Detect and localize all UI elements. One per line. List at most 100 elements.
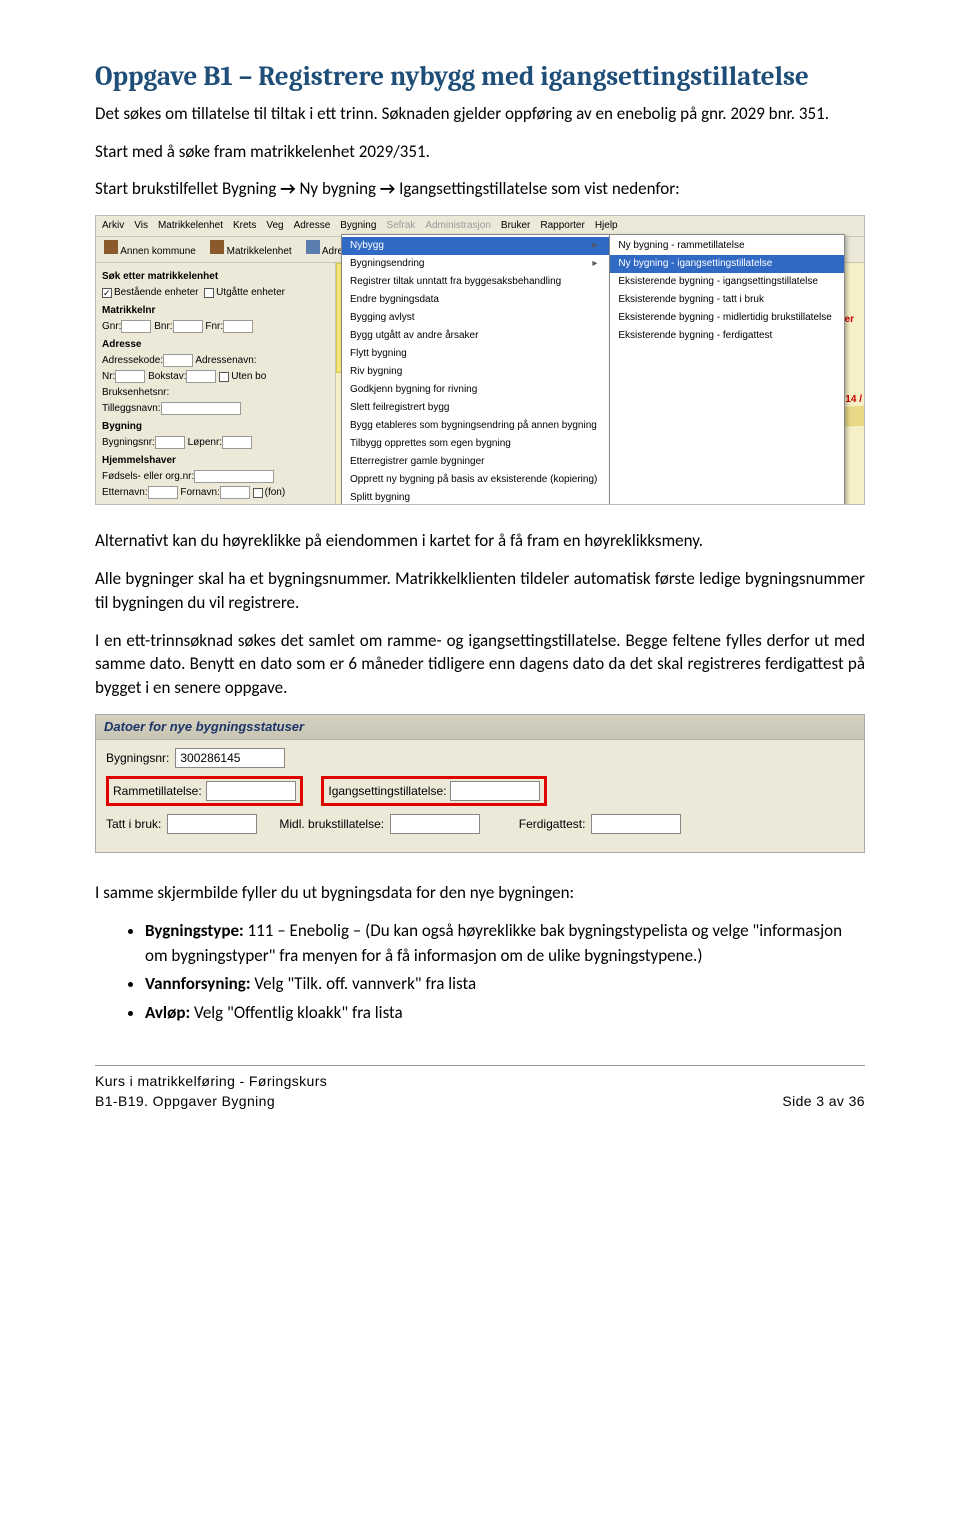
subhead: Hjemmelshaver — [102, 453, 329, 469]
label-igangsetting: Igangsettingstillatelse: — [328, 783, 446, 800]
menuitem-bygging-avlyst[interactable]: Bygging avlyst — [342, 309, 609, 327]
fodselsnr-input[interactable] — [194, 470, 274, 483]
submenu-level2: Ny bygning - rammetillatelse Ny bygning … — [609, 234, 844, 505]
menu-krets[interactable]: Krets — [233, 219, 256, 233]
menuitem-bygg-utgatt[interactable]: Bygg utgått av andre årsaker — [342, 327, 609, 345]
label: Fnr: — [205, 321, 223, 332]
label: Gnr: — [102, 321, 121, 332]
menu-hjelp[interactable]: Hjelp — [595, 219, 618, 233]
app-screenshot: Arkiv Vis Matrikkelenhet Krets Veg Adres… — [95, 215, 865, 505]
menuitem-eks-igangsetting[interactable]: Eksisterende bygning - igangsettingstill… — [610, 273, 843, 291]
menu-adresse[interactable]: Adresse — [294, 219, 331, 233]
menuitem-riv-bygning[interactable]: Riv bygning — [342, 363, 609, 381]
paragraph-usecase: Start brukstilfellet Bygning → Ny bygnin… — [95, 177, 865, 201]
label: Bygningsnr: — [102, 437, 155, 448]
bullet-text: Velg "Tilk. off. vannverk" fra lista — [251, 973, 477, 994]
menuitem-splitt-bygning[interactable]: Splitt bygning — [342, 489, 609, 505]
bnr-input[interactable] — [173, 320, 203, 333]
label-midlertidig: Midl. brukstillatelse: — [279, 816, 384, 833]
paragraph-intro: Det søkes om tillatelse til tiltak i ett… — [95, 102, 865, 126]
label: Tilleggsnavn: — [102, 403, 161, 414]
menu-arkiv[interactable]: Arkiv — [102, 219, 124, 233]
label: Fornavn: — [180, 487, 219, 498]
label: Bnr: — [154, 321, 172, 332]
bullet-vannforsyning: Vannforsyning: Velg "Tilk. off. vannverk… — [145, 972, 865, 997]
checkbox-utenbo[interactable] — [219, 372, 229, 382]
bokstav-input[interactable] — [186, 370, 216, 383]
highlight-ramme: Rammetillatelse: — [106, 776, 303, 806]
menuitem-eks-ferdigattest[interactable]: Eksisterende bygning - ferdigattest — [610, 327, 843, 345]
label: Uten bo — [231, 371, 266, 382]
label: Fødsels- eller org.nr: — [102, 471, 194, 482]
bullet-label: Bygningstype: — [145, 920, 244, 941]
tattibruk-field[interactable] — [167, 814, 257, 834]
bullet-label: Vannforsyning: — [145, 973, 251, 994]
nr-input[interactable] — [115, 370, 145, 383]
menuitem-endre-bygningsdata[interactable]: Endre bygningsdata — [342, 291, 609, 309]
label: Løpenr: — [188, 437, 222, 448]
footer-course: Kurs i matrikkelføring - Føringskurs — [95, 1072, 327, 1092]
lopenr-input[interactable] — [222, 436, 252, 449]
checkbox-utgatte[interactable] — [204, 288, 214, 298]
menu-sefrak[interactable]: Sefrak — [386, 219, 415, 233]
ferdigattest-field[interactable] — [591, 814, 681, 834]
paragraph-alternativt: Alternativt kan du høyreklikke på eiendo… — [95, 529, 865, 553]
rammetillatelse-field[interactable] — [206, 781, 296, 801]
bullet-bygningstype: Bygningstype: 111 – Enebolig – (Du kan o… — [145, 919, 865, 968]
checkbox-fon[interactable] — [253, 488, 263, 498]
txt: Ny bygning — [299, 178, 379, 199]
paragraph-sammeskjerm: I samme skjermbilde fyller du ut bygning… — [95, 881, 865, 905]
label: (fon) — [265, 487, 286, 498]
label-bygningsnr: Bygningsnr: — [106, 750, 169, 767]
menuitem-tilbygg-opprettes[interactable]: Tilbygg opprettes som egen bygning — [342, 435, 609, 453]
gnr-input[interactable] — [121, 320, 151, 333]
menuitem-opprett-kopi[interactable]: Opprett ny bygning på basis av eksistere… — [342, 471, 609, 489]
menuitem-etterregistrer[interactable]: Etterregistrer gamle bygninger — [342, 453, 609, 471]
menu-matrikkelenhet[interactable]: Matrikkelenhet — [158, 219, 223, 233]
menu-admin[interactable]: Administrasjon — [425, 219, 491, 233]
menuitem-bygg-etableres[interactable]: Bygg etableres som bygningsendring på an… — [342, 417, 609, 435]
etternavn-input[interactable] — [148, 486, 178, 499]
toolbar-annen-kommune[interactable]: Annen kommune — [120, 246, 196, 257]
txt: Start brukstilfellet Bygning — [95, 178, 280, 199]
menuitem-ny-igangsetting[interactable]: Ny bygning - igangsettingstillatelse — [610, 255, 843, 273]
fornavn-input[interactable] — [220, 486, 250, 499]
search-heading: Søk etter matrikkelenhet — [102, 269, 329, 285]
menu-veg[interactable]: Veg — [266, 219, 283, 233]
menuitem-nybygg[interactable]: Nybygg▸ — [342, 237, 609, 255]
label: Nr: — [102, 371, 115, 382]
subhead: Bygning — [102, 419, 329, 435]
fnr-input[interactable] — [223, 320, 253, 333]
label: Utgåtte enheter — [216, 287, 285, 298]
menuitem-flytt-bygning[interactable]: Flytt bygning — [342, 345, 609, 363]
menuitem-eks-midlertidig[interactable]: Eksisterende bygning - midlertidig bruks… — [610, 309, 843, 327]
arrow-icon: → — [380, 178, 395, 199]
dates-title: Datoer for nye bygningsstatuser — [96, 715, 864, 740]
menuitem-slett-feilreg[interactable]: Slett feilregistrert bygg — [342, 399, 609, 417]
menuitem-godkjenn-rivning[interactable]: Godkjenn bygning for rivning — [342, 381, 609, 399]
menu-bygning[interactable]: Bygning — [340, 219, 376, 233]
bullet-text: 111 – Enebolig – (Du kan også høyreklikk… — [145, 920, 842, 966]
tilleggsnavn-input[interactable] — [161, 402, 241, 415]
menuitem-ny-ramme[interactable]: Ny bygning - rammetillatelse — [610, 237, 843, 255]
menu-rapporter[interactable]: Rapporter — [540, 219, 584, 233]
bygningsnr-input[interactable] — [155, 436, 185, 449]
adressekode-input[interactable] — [163, 354, 193, 367]
toolbar-matrikkelenhet[interactable]: Matrikkelenhet — [227, 246, 292, 257]
folder-icon — [210, 240, 224, 254]
menuitem-registrer-tiltak[interactable]: Registrer tiltak unntatt fra byggesaksbe… — [342, 273, 609, 291]
bullet-list: Bygningstype: 111 – Enebolig – (Du kan o… — [95, 919, 865, 1026]
menu-vis[interactable]: Vis — [134, 219, 148, 233]
paragraph-etttrinn: I en ett-trinnsøknad søkes det samlet om… — [95, 629, 865, 700]
bygningsnr-field[interactable] — [175, 748, 285, 768]
igangsetting-field[interactable] — [450, 781, 540, 801]
label: Bestående enheter — [114, 287, 199, 298]
label: Etternavn: — [102, 487, 148, 498]
submenu-level1: Nybygg▸ Bygningsendring▸ Registrer tilta… — [341, 234, 610, 505]
checkbox-bestaende[interactable] — [102, 288, 112, 298]
menuitem-bygningsendring[interactable]: Bygningsendring▸ — [342, 255, 609, 273]
menuitem-eks-tattibruk[interactable]: Eksisterende bygning - tatt i bruk — [610, 291, 843, 309]
midlertidig-field[interactable] — [390, 814, 480, 834]
menu-bruker[interactable]: Bruker — [501, 219, 530, 233]
folder-icon — [104, 240, 118, 254]
